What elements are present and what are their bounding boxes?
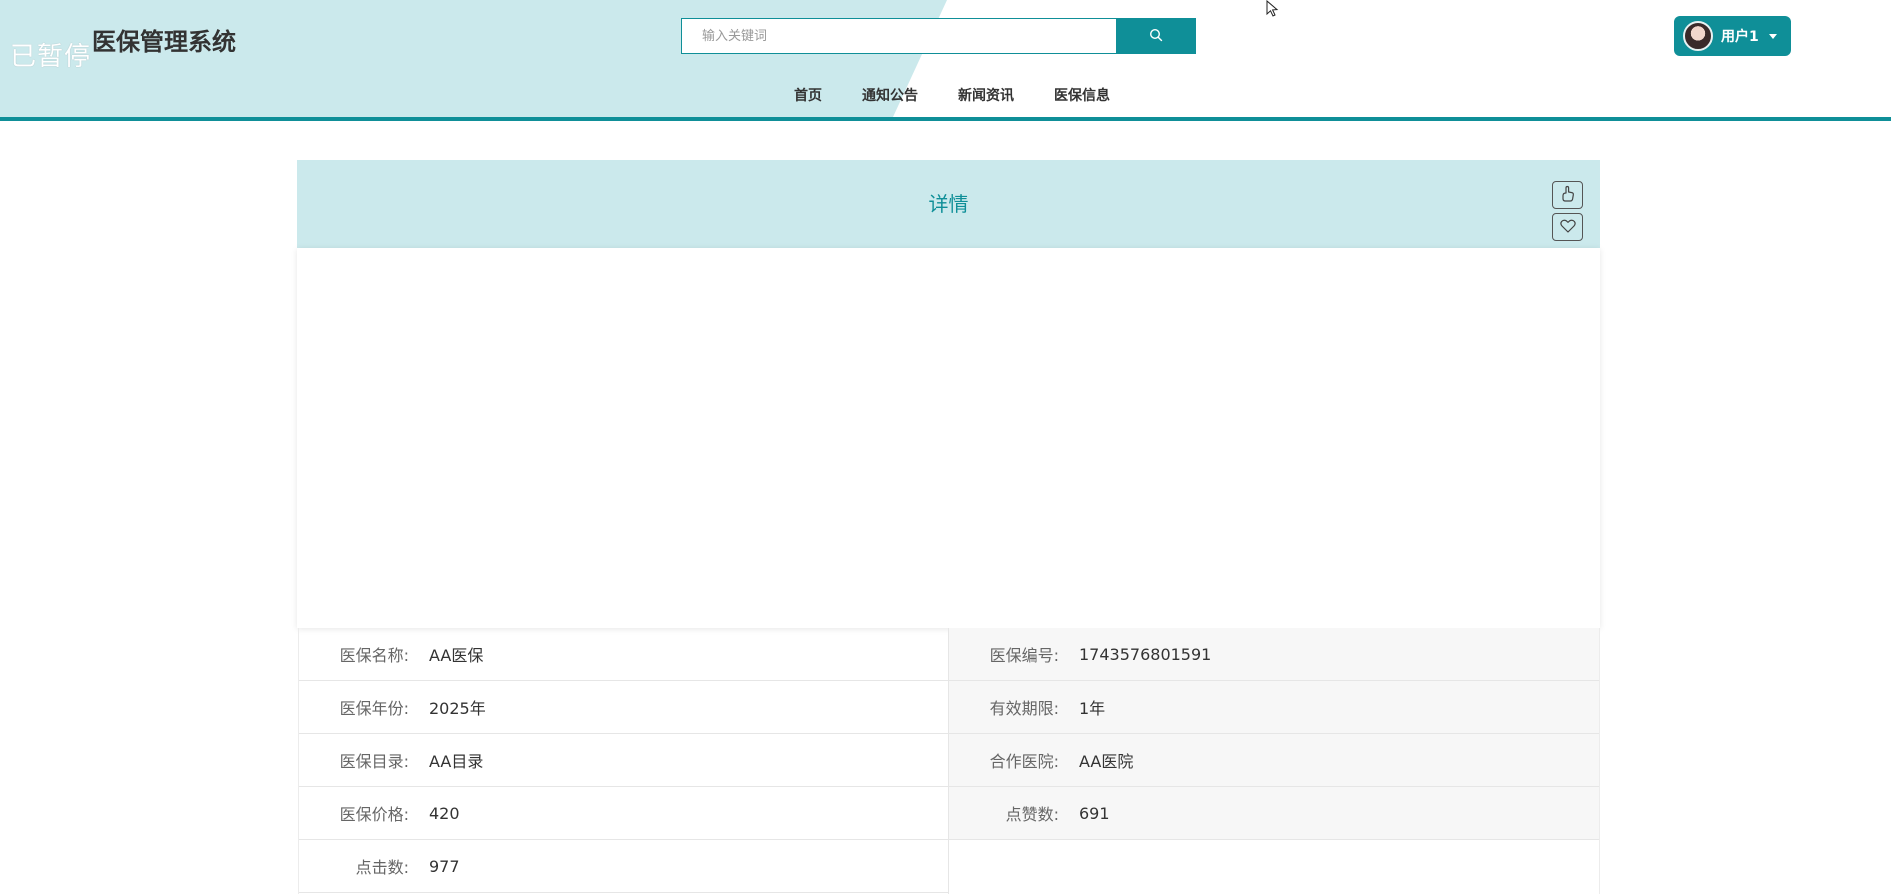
info-value: 420 bbox=[429, 803, 460, 823]
detail-content-area bbox=[297, 248, 1600, 628]
info-value: AA医院 bbox=[1079, 752, 1134, 771]
favorite-icon bbox=[1559, 219, 1576, 236]
info-value: AA目录 bbox=[429, 752, 484, 771]
header: 已暂停 医保管理系统 首页 通知公告 新闻资讯 医保信息 用户1 bbox=[0, 0, 1891, 121]
info-label: 医保价格: bbox=[339, 805, 409, 824]
caret-down-icon bbox=[1768, 33, 1777, 39]
info-value: 691 bbox=[1079, 803, 1110, 823]
search-button[interactable] bbox=[1116, 18, 1196, 54]
info-row-insurance-catalog: 医保目录: AA目录 bbox=[299, 734, 948, 787]
avatar bbox=[1683, 21, 1713, 51]
info-row-insurance-price: 医保价格: 420 bbox=[299, 787, 948, 840]
info-label: 医保年份: bbox=[339, 699, 409, 718]
info-row-partner-hospital: 合作医院: AA医院 bbox=[949, 734, 1599, 787]
info-row-like-count: 点赞数: 691 bbox=[949, 787, 1599, 840]
info-value: AA医保 bbox=[429, 646, 484, 665]
nav-item-home[interactable]: 首页 bbox=[774, 84, 842, 108]
nav-item-news[interactable]: 新闻资讯 bbox=[938, 84, 1034, 108]
info-label: 医保编号: bbox=[989, 646, 1059, 665]
search-icon bbox=[1149, 28, 1163, 45]
info-label: 点击数: bbox=[355, 858, 409, 877]
info-value: 1743576801591 bbox=[1079, 644, 1212, 664]
info-label: 医保目录: bbox=[339, 752, 409, 771]
mouse-cursor-icon bbox=[1266, 0, 1280, 22]
nav-item-notice[interactable]: 通知公告 bbox=[842, 84, 938, 108]
info-label: 合作医院: bbox=[989, 752, 1059, 771]
info-value: 1年 bbox=[1079, 699, 1106, 718]
info-column-left: 医保名称: AA医保 医保年份: 2025年 医保目录: AA目录 医保价格: … bbox=[298, 628, 949, 894]
info-row-click-count: 点击数: 977 bbox=[299, 840, 948, 893]
main-nav: 首页 通知公告 新闻资讯 医保信息 bbox=[774, 84, 1130, 108]
info-table: 医保名称: AA医保 医保年份: 2025年 医保目录: AA目录 医保价格: … bbox=[298, 628, 1600, 894]
user-name: 用户1 bbox=[1721, 29, 1759, 45]
favorite-button[interactable] bbox=[1552, 213, 1583, 241]
search-input[interactable] bbox=[681, 18, 1116, 54]
info-row-empty bbox=[949, 840, 1599, 893]
info-row-insurance-year: 医保年份: 2025年 bbox=[299, 681, 948, 734]
site-title[interactable]: 医保管理系统 bbox=[92, 22, 236, 57]
detail-title: 详情 bbox=[928, 192, 969, 216]
info-row-insurance-number: 医保编号: 1743576801591 bbox=[949, 628, 1599, 681]
info-value: 2025年 bbox=[429, 699, 486, 718]
user-menu-button[interactable]: 用户1 bbox=[1674, 16, 1791, 56]
detail-header: 详情 bbox=[297, 160, 1600, 248]
info-row-insurance-name: 医保名称: AA医保 bbox=[299, 628, 948, 681]
like-icon bbox=[1560, 185, 1576, 206]
info-label: 点赞数: bbox=[1005, 805, 1059, 824]
info-column-right: 医保编号: 1743576801591 有效期限: 1年 合作医院: AA医院 … bbox=[949, 628, 1600, 894]
paused-overlay-text: 已暂停 bbox=[10, 42, 92, 72]
like-button[interactable] bbox=[1552, 181, 1583, 209]
info-label: 有效期限: bbox=[989, 699, 1059, 718]
info-value: 977 bbox=[429, 856, 460, 876]
search-bar bbox=[681, 18, 1196, 54]
nav-item-insurance-info[interactable]: 医保信息 bbox=[1034, 84, 1130, 108]
info-label: 医保名称: bbox=[339, 646, 409, 665]
info-row-validity-period: 有效期限: 1年 bbox=[949, 681, 1599, 734]
